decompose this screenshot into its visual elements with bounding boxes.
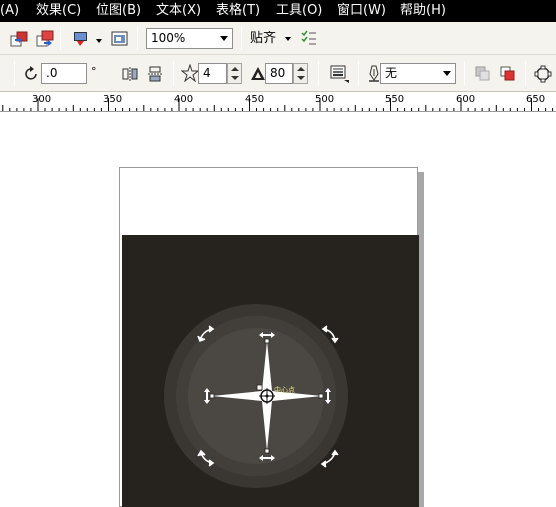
toolbar-separator: [358, 61, 359, 86]
to-back-icon[interactable]: [499, 65, 517, 83]
app-window: (A) 效果(C) 位图(B) 文本(X) 表格(T) 工具(O) 窗口(W) …: [0, 0, 556, 507]
rotation-unit: °: [91, 65, 97, 78]
launcher-dropdown-icon[interactable]: [96, 39, 102, 43]
property-bar: .0 ° 4 80 无: [0, 55, 556, 92]
ruler-label: 450: [245, 94, 265, 105]
ruler-label: 300: [32, 94, 52, 105]
toolbar-separator: [525, 61, 526, 86]
star-sharpness-input[interactable]: 80: [265, 63, 293, 84]
star-points-icon: [180, 63, 200, 83]
drawing-canvas[interactable]: 中心点: [0, 113, 556, 507]
menu-bar: (A) 效果(C) 位图(B) 文本(X) 表格(T) 工具(O) 窗口(W) …: [0, 0, 556, 22]
rotation-angle-input[interactable]: .0: [41, 63, 87, 84]
snap-to-button[interactable]: 贴齐: [250, 31, 276, 47]
node-handle[interactable]: [256, 384, 263, 391]
ruler-label: 400: [174, 94, 194, 105]
menu-help[interactable]: 帮助(H): [400, 3, 446, 19]
zoom-level-combo[interactable]: 100%: [146, 28, 233, 49]
mirror-horizontal-icon[interactable]: [121, 65, 139, 83]
menu-text[interactable]: 文本(X): [156, 3, 201, 19]
outline-style-value: 无: [385, 66, 398, 80]
convert-to-curves-icon[interactable]: [533, 64, 552, 83]
ruler-label: 550: [385, 94, 405, 105]
outline-width-icon[interactable]: [330, 64, 349, 83]
node-handle[interactable]: [264, 338, 270, 344]
outline-style-combo[interactable]: 无: [380, 63, 456, 84]
application-launcher-icon[interactable]: [72, 30, 90, 48]
menu-table[interactable]: 表格(T): [216, 3, 260, 19]
node-handle[interactable]: [209, 393, 215, 399]
canvas-artwork: 中心点: [164, 304, 348, 488]
menu-bitmaps[interactable]: 位图(B): [96, 3, 141, 19]
export-icon[interactable]: [36, 30, 54, 48]
node-handle[interactable]: [318, 393, 324, 399]
star-sharpness-stepper[interactable]: [293, 63, 308, 84]
menu-arrange[interactable]: (A): [0, 3, 19, 19]
toolbar-separator: [14, 61, 15, 86]
node-handle[interactable]: [264, 448, 270, 454]
center-point-label: 中心点: [274, 385, 295, 394]
to-front-icon[interactable]: [474, 65, 492, 83]
welcome-screen-icon[interactable]: [111, 30, 129, 48]
ruler-label: 500: [315, 94, 335, 105]
ruler-label: 350: [103, 94, 123, 105]
toolbar-separator: [137, 27, 138, 50]
import-icon[interactable]: [10, 30, 28, 48]
star-points-stepper[interactable]: [227, 63, 242, 84]
menu-effects[interactable]: 效果(C): [36, 3, 81, 19]
menu-tools[interactable]: 工具(O): [276, 3, 322, 19]
ruler-label: 600: [456, 94, 476, 105]
ruler-label: 650: [526, 94, 546, 105]
toolbar-separator: [464, 61, 465, 86]
star-sharpness-value: 80: [270, 66, 286, 80]
toolbar-separator: [318, 61, 319, 86]
toolbar-separator: [173, 61, 174, 86]
star-points-input[interactable]: 4: [198, 63, 227, 84]
chevron-down-icon[interactable]: [443, 71, 451, 76]
toolbar-separator: [241, 27, 242, 50]
menu-window[interactable]: 窗口(W): [337, 3, 386, 19]
mirror-vertical-icon[interactable]: [147, 65, 165, 83]
snap-dropdown-icon[interactable]: [285, 37, 291, 41]
zoom-level-value: 100%: [151, 31, 186, 45]
chevron-down-icon[interactable]: [220, 36, 228, 41]
star-points-value: 4: [203, 66, 211, 80]
rotation-icon: [23, 65, 41, 83]
standard-toolbar: 100% 贴齐: [0, 22, 556, 55]
horizontal-ruler[interactable]: 300 350 400 450 500 550 600 650: [0, 92, 556, 112]
toolbar-separator: [60, 27, 61, 50]
rotation-angle-value: .0: [46, 66, 58, 80]
options-icon[interactable]: [300, 29, 318, 47]
